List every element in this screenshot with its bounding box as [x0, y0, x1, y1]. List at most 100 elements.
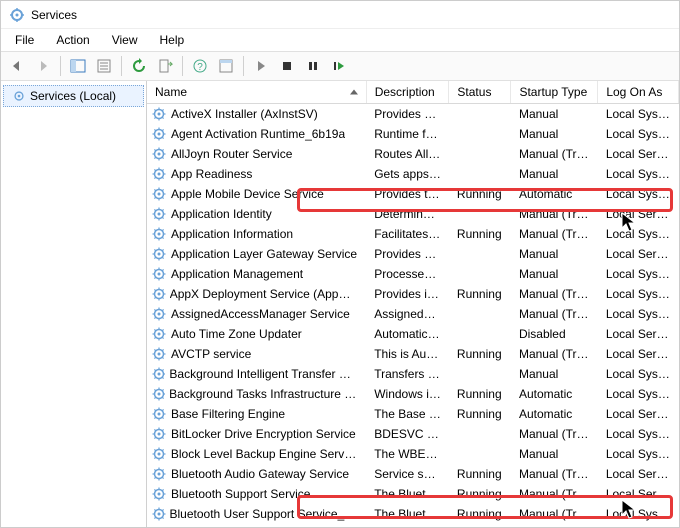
- service-startup: Automatic: [511, 524, 598, 527]
- service-row[interactable]: Auto Time Zone UpdaterAutomatica...Disab…: [147, 324, 679, 344]
- service-icon: [151, 366, 165, 382]
- service-row[interactable]: Agent Activation Runtime_6b19aRuntime fo…: [147, 124, 679, 144]
- service-description: Runtime for...: [366, 124, 449, 144]
- service-startup: Automatic: [511, 384, 598, 404]
- menu-help[interactable]: Help: [150, 31, 195, 49]
- service-name: Application Identity: [171, 207, 272, 221]
- service-logon: Local Syste...: [598, 304, 679, 324]
- service-status: Running: [449, 524, 511, 527]
- service-logon: Local Syste...: [598, 124, 679, 144]
- service-name: Application Layer Gateway Service: [171, 247, 357, 261]
- col-header-description[interactable]: Description: [366, 81, 449, 104]
- col-header-name[interactable]: Name: [147, 81, 366, 104]
- service-row[interactable]: Application IdentityDetermines ...Manual…: [147, 204, 679, 224]
- service-icon: [151, 346, 167, 362]
- forward-button[interactable]: [31, 54, 55, 78]
- start-service-button[interactable]: [249, 54, 273, 78]
- service-startup: Manual (Trig...: [511, 304, 598, 324]
- service-logon: Local Syste...: [598, 524, 679, 527]
- service-status: [449, 364, 511, 384]
- service-row[interactable]: AllJoyn Router ServiceRoutes AllJo...Man…: [147, 144, 679, 164]
- service-logon: Local Syste...: [598, 424, 679, 444]
- col-header-logon[interactable]: Log On As: [598, 81, 679, 104]
- show-hide-tree-button[interactable]: [66, 54, 90, 78]
- service-row[interactable]: Background Intelligent Transfer ServiceT…: [147, 364, 679, 384]
- service-status: Running: [449, 284, 511, 304]
- service-row[interactable]: BitLocker Drive Encryption ServiceBDESVC…: [147, 424, 679, 444]
- window-title: Services: [31, 8, 77, 22]
- service-logon: Local Syste...: [598, 444, 679, 464]
- service-name: App Readiness: [171, 167, 252, 181]
- service-startup: Manual (Trig...: [511, 464, 598, 484]
- service-row[interactable]: Bluetooth Audio Gateway ServiceService s…: [147, 464, 679, 484]
- service-logon: Local Service: [598, 244, 679, 264]
- separator: [243, 56, 244, 76]
- titlebar: Services: [1, 1, 679, 29]
- service-row[interactable]: AppX Deployment Service (AppXSVC)Provide…: [147, 284, 679, 304]
- service-logon: Local Service: [598, 344, 679, 364]
- service-row[interactable]: Bonjour ServiceEnables har...RunningAuto…: [147, 524, 679, 527]
- service-description: Automatica...: [366, 324, 449, 344]
- help-button[interactable]: ?: [188, 54, 212, 78]
- back-button[interactable]: [5, 54, 29, 78]
- service-status: Running: [449, 504, 511, 524]
- services-window: Services File Action View Help ? Se: [0, 0, 680, 528]
- service-startup: Manual (Trig...: [511, 144, 598, 164]
- service-row[interactable]: Bluetooth User Support Service_6b19aThe …: [147, 504, 679, 524]
- service-name: Application Management: [171, 267, 303, 281]
- service-icon: [151, 526, 167, 527]
- service-logon: Local Syste...: [598, 364, 679, 384]
- service-description: Processes in...: [366, 264, 449, 284]
- refresh-button[interactable]: [127, 54, 151, 78]
- service-logon: Local Syste...: [598, 504, 679, 524]
- service-logon: Local Service: [598, 144, 679, 164]
- service-row[interactable]: Apple Mobile Device ServiceProvides th..…: [147, 184, 679, 204]
- service-name: Auto Time Zone Updater: [171, 327, 302, 341]
- service-row[interactable]: Application InformationFacilitates t...R…: [147, 224, 679, 244]
- separator: [121, 56, 122, 76]
- service-row[interactable]: ActiveX Installer (AxInstSV)Provides Us.…: [147, 104, 679, 125]
- service-status: [449, 304, 511, 324]
- tree-pane: Services (Local): [1, 81, 147, 527]
- col-header-startup[interactable]: Startup Type: [511, 81, 598, 104]
- service-row[interactable]: Application ManagementProcesses in...Man…: [147, 264, 679, 284]
- export-button[interactable]: [153, 54, 177, 78]
- service-row[interactable]: Application Layer Gateway ServiceProvide…: [147, 244, 679, 264]
- service-status: Running: [449, 184, 511, 204]
- tree-root[interactable]: Services (Local): [3, 85, 144, 107]
- service-row[interactable]: Base Filtering EngineThe Base Fil...Runn…: [147, 404, 679, 424]
- col-header-status[interactable]: Status: [449, 81, 511, 104]
- service-name: Block Level Backup Engine Service: [171, 447, 358, 461]
- service-description: Routes AllJo...: [366, 144, 449, 164]
- app-icon: [9, 7, 25, 23]
- service-row[interactable]: Block Level Backup Engine ServiceThe WBE…: [147, 444, 679, 464]
- service-icon: [151, 266, 167, 282]
- service-icon: [151, 186, 167, 202]
- service-status: [449, 264, 511, 284]
- service-startup: Manual: [511, 364, 598, 384]
- menu-action[interactable]: Action: [46, 31, 99, 49]
- restart-service-button[interactable]: [327, 54, 351, 78]
- stop-service-button[interactable]: [275, 54, 299, 78]
- service-startup: Manual: [511, 104, 598, 125]
- service-status: Running: [449, 404, 511, 424]
- service-icon: [151, 386, 165, 402]
- service-status: [449, 124, 511, 144]
- pause-service-button[interactable]: [301, 54, 325, 78]
- service-name: AVCTP service: [171, 347, 251, 361]
- service-row[interactable]: AVCTP serviceThis is Audi...RunningManua…: [147, 344, 679, 364]
- service-startup: Manual (Trig...: [511, 204, 598, 224]
- properties-button[interactable]: [92, 54, 116, 78]
- service-row[interactable]: App ReadinessGets apps re...ManualLocal …: [147, 164, 679, 184]
- service-row[interactable]: Background Tasks Infrastructure ServiceW…: [147, 384, 679, 404]
- service-row[interactable]: Bluetooth Support ServiceThe Bluetoo...R…: [147, 484, 679, 504]
- service-startup: Manual (Trig...: [511, 424, 598, 444]
- menu-file[interactable]: File: [5, 31, 44, 49]
- service-icon: [151, 406, 167, 422]
- service-startup: Manual (Trig...: [511, 484, 598, 504]
- menu-view[interactable]: View: [102, 31, 148, 49]
- service-row[interactable]: AssignedAccessManager ServiceAssignedAc.…: [147, 304, 679, 324]
- service-description: BDESVC hos...: [366, 424, 449, 444]
- properties2-button[interactable]: [214, 54, 238, 78]
- service-logon: Local Service: [598, 204, 679, 224]
